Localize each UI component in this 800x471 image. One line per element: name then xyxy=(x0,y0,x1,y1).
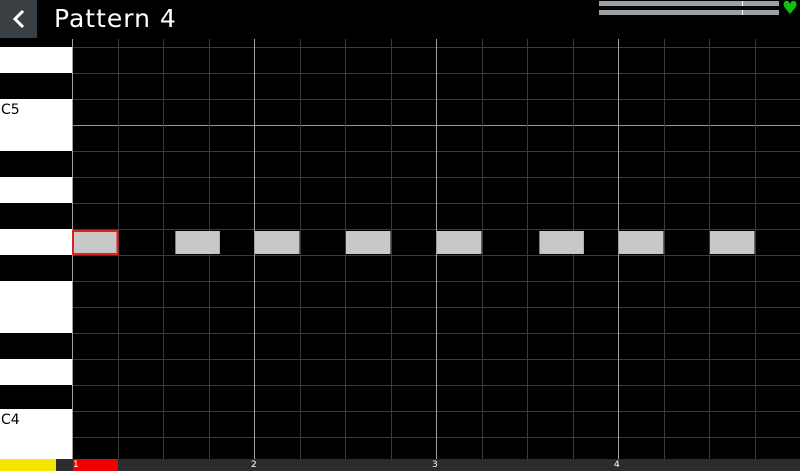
beat-label-4: 4 xyxy=(614,460,620,470)
beat-label-3: 3 xyxy=(432,460,438,470)
header-bar: Pattern 4 ♥ xyxy=(0,0,800,39)
note-block-selected[interactable] xyxy=(72,230,119,255)
note-block[interactable] xyxy=(255,231,300,254)
level-meter-left xyxy=(599,1,779,6)
piano-key-f4[interactable] xyxy=(0,281,72,307)
note-block[interactable] xyxy=(346,231,391,254)
piano-key-a4[interactable] xyxy=(0,177,72,203)
note-block[interactable] xyxy=(437,231,482,254)
back-button[interactable] xyxy=(0,0,37,38)
timeline-bar[interactable]: 1 2 3 4 xyxy=(0,459,800,471)
beat-label-1: 1 xyxy=(73,460,79,470)
piano-key-d4[interactable] xyxy=(0,359,72,385)
grid-canvas[interactable] xyxy=(72,39,800,459)
note-block[interactable] xyxy=(175,231,220,254)
piano-key-b4[interactable] xyxy=(0,125,72,151)
key-label-c4: C4 xyxy=(1,412,20,428)
piano-keyboard[interactable]: C5 C4 xyxy=(0,39,72,459)
beat-label-2: 2 xyxy=(251,460,257,470)
key-label-c5: C5 xyxy=(1,102,20,118)
piano-key-c4[interactable]: C4 xyxy=(0,409,72,435)
note-block[interactable] xyxy=(539,231,584,254)
piano-key-e5[interactable] xyxy=(0,47,72,73)
playhead-indicator[interactable] xyxy=(73,459,118,471)
level-meter-right xyxy=(599,10,779,15)
note-block[interactable] xyxy=(619,231,664,254)
heart-icon: ♥ xyxy=(782,0,799,19)
note-block[interactable] xyxy=(710,231,755,254)
chevron-left-icon xyxy=(12,10,24,28)
piano-key-c5[interactable]: C5 xyxy=(0,99,72,125)
page-title: Pattern 4 xyxy=(54,4,177,33)
piano-key-g4[interactable] xyxy=(0,229,72,255)
piano-key-e4[interactable] xyxy=(0,307,72,333)
octave-indicator xyxy=(0,459,56,471)
note-grid[interactable] xyxy=(72,39,800,459)
piano-key-b3[interactable] xyxy=(0,435,72,459)
